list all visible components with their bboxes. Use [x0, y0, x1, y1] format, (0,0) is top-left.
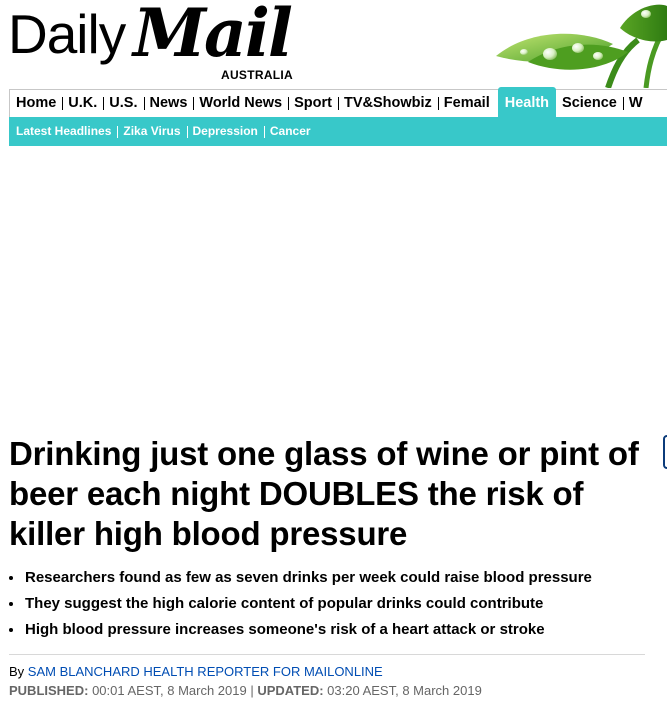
nav-item-world-news[interactable]: World News	[193, 90, 288, 116]
article-summary-bullets: Researchers found as few as seven drinks…	[9, 565, 659, 643]
logo-daily-wordmark: Daily	[8, 3, 126, 65]
author-link[interactable]: SAM BLANCHARD HEALTH REPORTER FOR MAILON…	[28, 664, 383, 679]
nav-item-home[interactable]: Home	[10, 90, 62, 116]
masthead: Daily Mail AUSTRALIA	[0, 0, 667, 88]
nav-item-truncated[interactable]: W	[622, 90, 649, 116]
secondary-nav: Latest Headlines Zika Virus Depression C…	[9, 117, 667, 146]
nav-item-femail[interactable]: Femail	[437, 90, 496, 116]
green-leaves-icon	[496, 4, 667, 88]
nav-item-uk[interactable]: U.K.	[62, 90, 103, 116]
date-separator: |	[246, 683, 258, 698]
published-value: 00:01 AEST, 8 March 2019	[88, 683, 247, 698]
published-label: PUBLISHED:	[9, 683, 89, 698]
summary-bullet: High blood pressure increases someone's …	[9, 617, 659, 643]
side-feedback-tab[interactable]	[663, 435, 667, 469]
nav-item-us[interactable]: U.S.	[103, 90, 143, 116]
subnav-item-cancer[interactable]: Cancer	[263, 117, 317, 146]
edition-label: AUSTRALIA	[221, 68, 294, 82]
byline-divider	[9, 654, 645, 655]
byline: By SAM BLANCHARD HEALTH REPORTER FOR MAI…	[9, 663, 383, 681]
subnav-item-zika-virus[interactable]: Zika Virus	[117, 117, 186, 146]
ad-placeholder	[0, 146, 667, 426]
updated-label: UPDATED:	[257, 683, 324, 698]
article-headline: Drinking just one glass of wine or pint …	[9, 435, 639, 552]
nav-item-tv-showbiz[interactable]: TV&Showbiz	[337, 90, 438, 116]
nav-item-science[interactable]: Science	[556, 90, 623, 116]
article-dates: PUBLISHED: 00:01 AEST, 8 March 2019 | UP…	[9, 682, 482, 700]
primary-nav: Home U.K. U.S. News World News Sport TV&…	[9, 87, 667, 117]
nav-item-news[interactable]: News	[143, 90, 194, 116]
subnav-item-latest-headlines[interactable]: Latest Headlines	[10, 117, 117, 146]
nav-item-health[interactable]: Health	[497, 87, 557, 117]
summary-bullet: They suggest the high calorie content of…	[9, 591, 659, 617]
updated-value: 03:20 AEST, 8 March 2019	[323, 683, 482, 698]
summary-bullet: Researchers found as few as seven drinks…	[9, 565, 659, 591]
logo-mail-wordmark: Mail	[133, 0, 293, 72]
subnav-item-depression[interactable]: Depression	[186, 117, 264, 146]
nav-item-sport[interactable]: Sport	[288, 90, 338, 116]
byline-prefix: By	[9, 664, 28, 679]
